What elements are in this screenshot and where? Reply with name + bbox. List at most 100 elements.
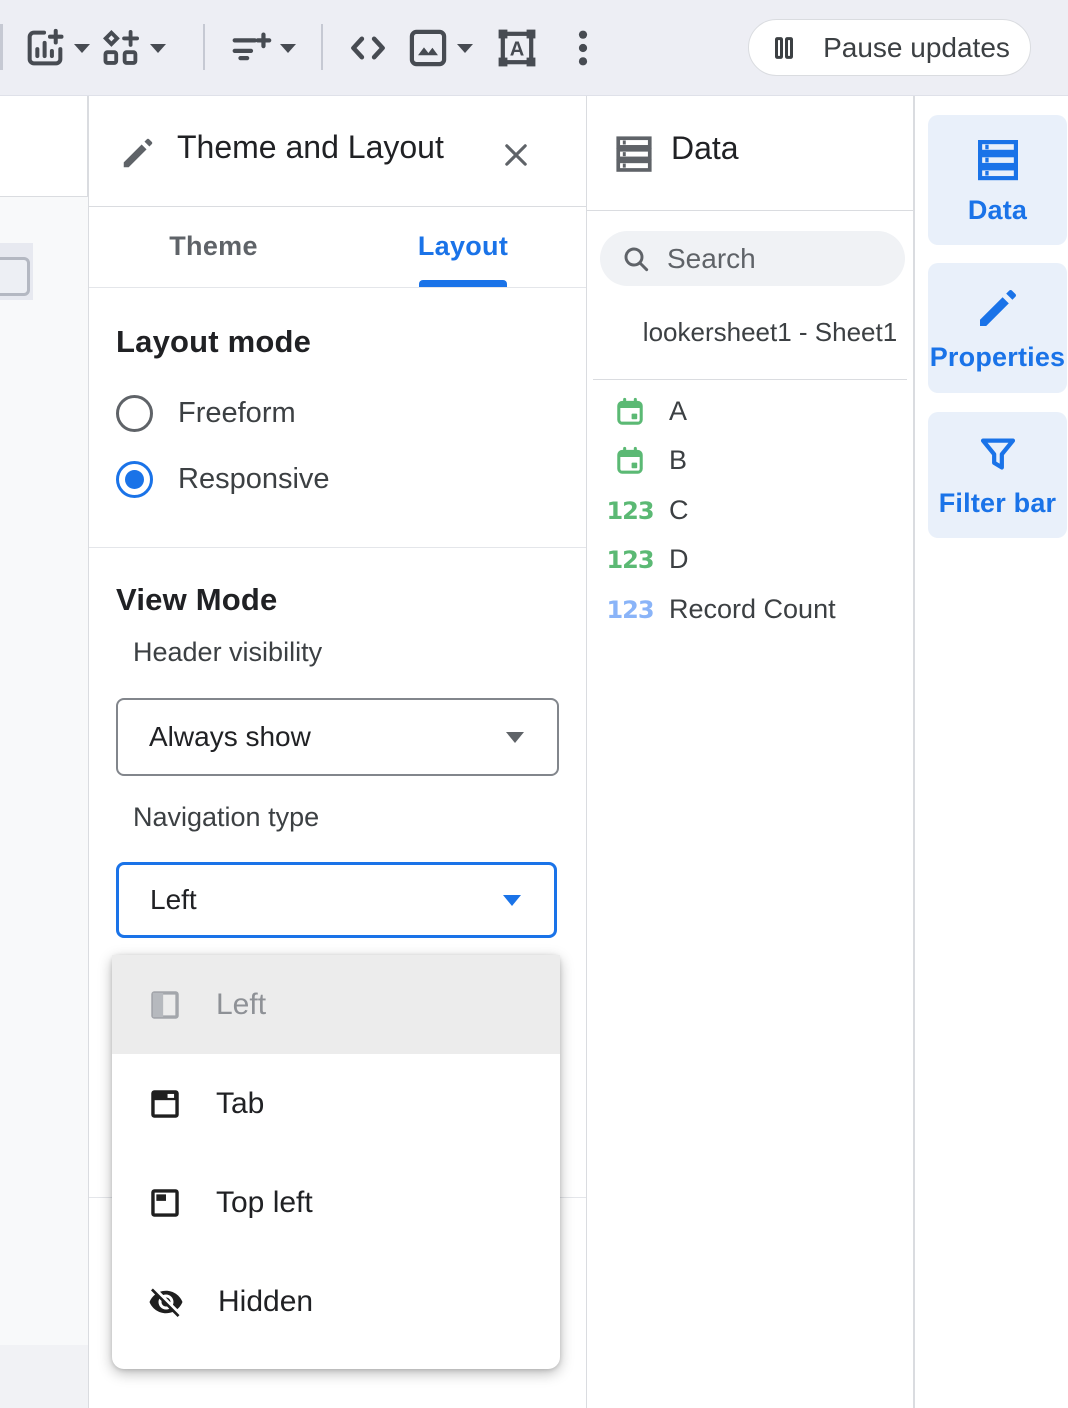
sidebar-data-label: Data — [968, 195, 1027, 226]
panel-tabs: Theme Layout — [89, 206, 586, 288]
field-row-b[interactable]: B — [587, 436, 913, 485]
sidebar-properties-label: Properties — [930, 342, 1066, 373]
tab-theme[interactable]: Theme — [89, 206, 338, 287]
add-chart-caret-icon — [74, 44, 90, 53]
data-panel: Data lookersheet1 - Sheet1 A — [587, 96, 914, 1408]
add-chart-button[interactable] — [22, 20, 90, 76]
add-element-button[interactable] — [98, 20, 166, 76]
navigation-type-value: Left — [150, 884, 197, 916]
date-field-icon — [609, 445, 651, 477]
edit-pencil-icon — [974, 284, 1022, 332]
nav-option-left[interactable]: Left — [112, 955, 560, 1054]
sidebar-filter-bar-label: Filter bar — [939, 488, 1057, 519]
field-name: Record Count — [669, 594, 836, 625]
radio-freeform-label: Freeform — [178, 397, 296, 430]
field-name: C — [669, 495, 689, 526]
toolbar-more-button[interactable] — [568, 20, 598, 76]
header-visibility-value: Always show — [149, 721, 311, 753]
report-canvas — [0, 197, 88, 1345]
search-icon — [620, 243, 652, 275]
nav-option-label: Top left — [216, 1186, 313, 1220]
close-icon[interactable] — [499, 138, 533, 172]
data-source-name: lookersheet1 - Sheet1 — [627, 317, 913, 348]
active-tab-indicator — [419, 280, 507, 287]
field-name: A — [669, 396, 687, 427]
nav-hidden-icon — [148, 1284, 184, 1320]
radio-on-icon — [116, 461, 153, 498]
sidebar-properties-button[interactable]: Properties — [928, 263, 1067, 393]
field-search[interactable] — [600, 231, 905, 286]
more-vertical-icon — [568, 25, 598, 71]
embed-code-icon — [344, 25, 392, 71]
filter-funnel-icon — [975, 432, 1021, 478]
radio-freeform[interactable]: Freeform — [116, 380, 296, 446]
radio-off-icon — [116, 395, 153, 432]
navigation-type-label: Navigation type — [133, 802, 319, 833]
panel-title: Theme and Layout — [177, 129, 444, 166]
tab-layout[interactable]: Layout — [338, 206, 588, 287]
chevron-down-icon — [503, 895, 521, 906]
toolbar-left-separator — [0, 24, 3, 70]
nav-tab-icon — [148, 1087, 182, 1121]
sidebar-data-button[interactable]: Data — [928, 115, 1067, 245]
toolbar-separator-1 — [203, 24, 205, 70]
pause-updates-button[interactable]: Pause updates — [748, 19, 1031, 76]
section-divider — [89, 547, 586, 548]
add-chart-icon — [22, 25, 68, 71]
navigation-type-select[interactable]: Left — [116, 862, 557, 938]
toolbar: A Pause updates — [0, 0, 1068, 96]
nav-option-label: Tab — [216, 1087, 264, 1121]
add-control-button[interactable] — [228, 20, 296, 76]
add-control-icon — [228, 25, 274, 71]
nav-left-icon — [148, 988, 182, 1022]
sidebar-filter-bar-button[interactable]: Filter bar — [928, 412, 1067, 538]
data-source-divider — [593, 379, 907, 380]
field-row-c[interactable]: 123 C — [587, 486, 913, 535]
panel-header: Theme and Layout — [89, 96, 586, 207]
canvas-partial-control — [0, 257, 30, 296]
layout-mode-heading: Layout mode — [116, 324, 311, 360]
field-row-record-count[interactable]: 123 Record Count — [587, 585, 913, 634]
text-box-icon: A — [494, 25, 540, 71]
field-row-d[interactable]: 123 D — [587, 535, 913, 584]
pause-icon — [769, 33, 799, 63]
right-sidebar: Data Properties Filter bar — [914, 96, 1068, 1408]
svg-text:A: A — [510, 38, 525, 60]
navigation-type-menu: Left Tab Top left Hidden — [112, 955, 560, 1369]
embed-code-button[interactable] — [344, 20, 392, 76]
canvas-partial-element — [0, 243, 33, 300]
toolbar-separator-2 — [321, 24, 323, 70]
data-panel-title: Data — [671, 130, 739, 167]
data-table-icon — [612, 132, 656, 176]
view-mode-heading: View Mode — [116, 582, 277, 618]
edit-pencil-icon — [119, 134, 157, 172]
pause-updates-label: Pause updates — [823, 32, 1010, 64]
add-image-button[interactable] — [405, 20, 473, 76]
field-row-a[interactable]: A — [587, 387, 913, 436]
tab-theme-label: Theme — [169, 231, 258, 262]
add-text-button[interactable]: A — [494, 20, 540, 76]
add-element-caret-icon — [150, 44, 166, 53]
image-icon — [405, 25, 451, 71]
search-input[interactable] — [665, 242, 879, 276]
nav-option-tab[interactable]: Tab — [112, 1054, 560, 1153]
number-field-icon: 123 — [609, 546, 651, 574]
nav-option-hidden[interactable]: Hidden — [112, 1252, 560, 1351]
data-table-icon — [973, 135, 1023, 185]
add-image-caret-icon — [457, 44, 473, 53]
canvas-margin — [0, 1345, 88, 1408]
field-name: B — [669, 445, 687, 476]
nav-option-label: Hidden — [218, 1285, 313, 1319]
radio-responsive[interactable]: Responsive — [116, 446, 330, 512]
tab-layout-label: Layout — [418, 231, 508, 262]
metric-field-icon: 123 — [609, 596, 651, 624]
radio-responsive-label: Responsive — [178, 463, 330, 496]
canvas-chart-header — [0, 96, 88, 197]
nav-top-left-icon — [148, 1186, 182, 1220]
date-field-icon — [609, 396, 651, 428]
nav-option-top-left[interactable]: Top left — [112, 1153, 560, 1252]
chevron-down-icon — [506, 732, 524, 743]
field-name: D — [669, 544, 689, 575]
add-element-icon — [98, 25, 144, 71]
header-visibility-select[interactable]: Always show — [116, 698, 559, 776]
